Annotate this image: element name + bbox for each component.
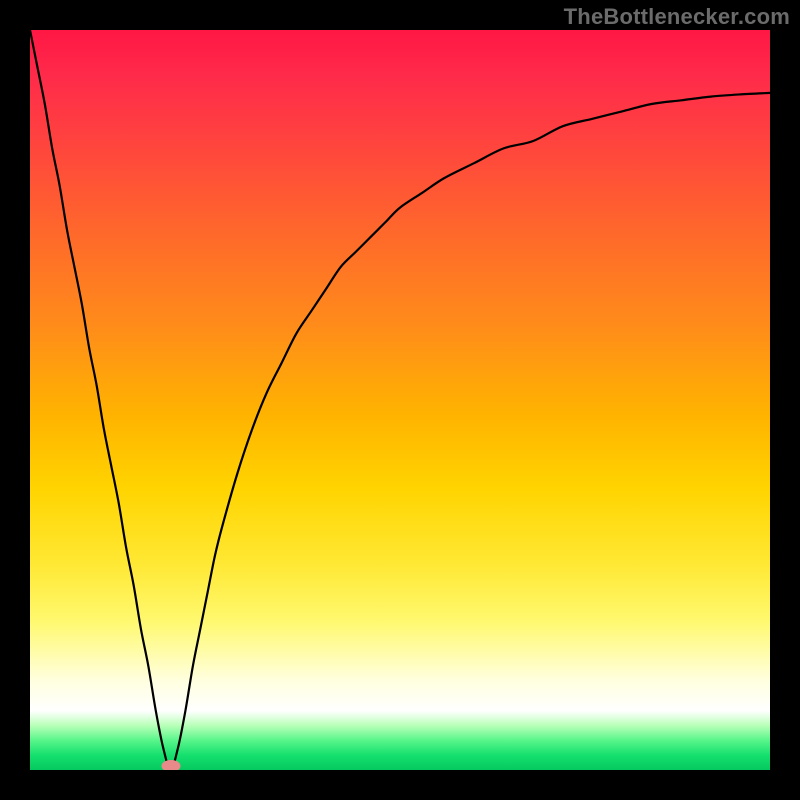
bottleneck-curve xyxy=(30,30,770,770)
minimum-marker xyxy=(161,760,180,770)
attribution-label: TheBottlenecker.com xyxy=(564,4,790,30)
chart-frame: TheBottlenecker.com xyxy=(0,0,800,800)
plot-area xyxy=(30,30,770,770)
